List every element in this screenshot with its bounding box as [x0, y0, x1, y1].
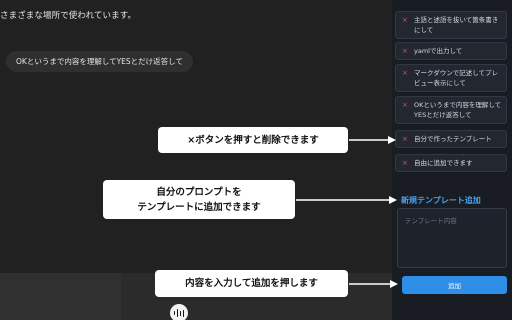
close-icon[interactable]: × — [402, 158, 408, 168]
template-item-label: 自分で作ったテンプレート — [414, 135, 492, 143]
template-item-label: yamlで出力して — [414, 47, 463, 55]
callout-input-arrow — [349, 280, 398, 288]
add-template-button[interactable]: 追加 — [402, 276, 507, 294]
template-item-label: マークダウンで記述してプレビュー表示にして — [414, 69, 499, 87]
template-item[interactable]: × yamlで出力して — [395, 42, 507, 60]
voice-button[interactable] — [170, 304, 188, 320]
template-item-custom[interactable]: × 自由に追加できます — [395, 154, 507, 172]
callout-delete-text: ×ボタンを押すと削除できます — [187, 134, 319, 146]
composer-left-panel — [0, 273, 121, 320]
callout-delete-arrow — [349, 136, 396, 144]
assistant-message-text: さまざまな場所で使われています。 — [0, 11, 137, 21]
template-item[interactable]: × マークダウンで記述してプレビュー表示にして — [395, 64, 507, 92]
close-icon[interactable]: × — [402, 100, 408, 110]
user-message-bubble: OKというまで内容を理解してYESとだけ返答して — [6, 51, 193, 72]
callout-add-prompt-line2: テンプレートに追加できます — [137, 201, 261, 213]
app-window: さまざまな場所で使われています。 OKというまで内容を理解してYESとだけ返答し… — [0, 0, 512, 320]
callout-add-prompt-arrow — [296, 196, 397, 204]
close-icon[interactable]: × — [402, 68, 408, 78]
template-sidebar: × 主語と述語を抜いて箇条書きにして × yamlで出力して × マークダウンで… — [392, 0, 512, 320]
close-icon[interactable]: × — [402, 46, 408, 56]
template-item[interactable]: × 主語と述語を抜いて箇条書きにして — [395, 11, 507, 39]
template-item[interactable]: × OKというまで内容を理解してYESとだけ返答して — [395, 96, 507, 124]
callout-input: 内容を入力して追加を押します — [155, 270, 348, 297]
callout-delete: ×ボタンを押すと削除できます — [158, 127, 348, 153]
new-template-title: 新規テンプレート追加 — [401, 196, 481, 205]
template-item-label: OKというまで内容を理解してYESとだけ返答して — [414, 101, 502, 119]
callout-add-prompt: 自分のプロンプトを テンプレートに追加できます — [103, 180, 295, 219]
callout-input-text: 内容を入力して追加を押します — [185, 278, 318, 289]
close-icon[interactable]: × — [402, 15, 408, 25]
voice-wave-icon — [173, 309, 185, 317]
template-item-label: 主語と述語を抜いて箇条書きにして — [414, 16, 499, 34]
template-item-custom[interactable]: × 自分で作ったテンプレート — [395, 130, 507, 148]
template-item-label: 自由に追加できます — [414, 159, 473, 167]
template-content-input[interactable] — [397, 208, 507, 268]
callout-add-prompt-line1: 自分のプロンプトを — [156, 186, 242, 198]
close-icon[interactable]: × — [402, 134, 408, 144]
